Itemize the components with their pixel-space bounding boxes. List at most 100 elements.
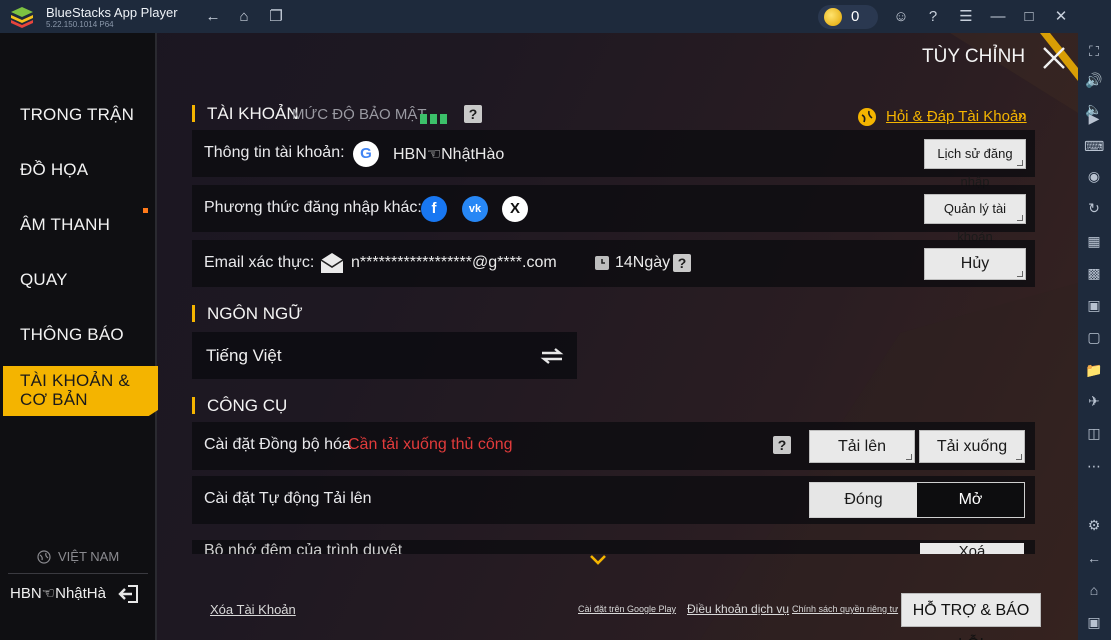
more-icon[interactable]: ⋯ <box>1084 456 1104 476</box>
back-icon[interactable]: ← <box>203 7 223 27</box>
airplane-icon[interactable]: ✈ <box>1084 391 1104 411</box>
privacy-policy-link[interactable]: Chính sách quyền riêng tư <box>792 604 898 614</box>
clear-cache-button[interactable]: Xoá <box>920 543 1024 554</box>
clock-icon <box>595 256 609 270</box>
email-value: n******************@g****.com <box>351 254 557 271</box>
help-icon[interactable]: ? <box>923 7 943 27</box>
media-icon[interactable]: ▶ <box>1084 108 1104 128</box>
bluestacks-sidebar: ⛶ 🔊 🔈 ▶ ⌨ ◉ ↻ ▦ ▩ ▣ ▢ 📁 ✈ ◫ ⋯ ⚙ ← ⌂ ▣ <box>1078 33 1111 640</box>
manage-account-button[interactable]: Quản lý tài khoản <box>924 194 1026 244</box>
account-icon[interactable]: ☺ <box>891 7 911 27</box>
account-faq-link[interactable]: Hỏi & Đáp Tài Khoản <box>886 108 1027 125</box>
nav-item-account-basic[interactable]: TÀI KHOẢN & CƠ BẢN <box>3 366 158 416</box>
auto-upload-label: Cài đặt Tự động Tải lên <box>204 490 372 507</box>
replay-icon[interactable]: ↻ <box>1084 198 1104 218</box>
close-icon[interactable] <box>1034 38 1074 78</box>
keyboard-icon[interactable]: ⌨ <box>1084 136 1104 156</box>
record-icon[interactable]: ◉ <box>1084 166 1104 186</box>
bluestacks-titlebar: BlueStacks App Player 5.22.150.1014 P64 … <box>0 0 1111 33</box>
coin-count: 0 <box>851 8 860 25</box>
rotate-icon[interactable]: ◫ <box>1084 423 1104 443</box>
auto-upload-toggle[interactable]: Đóng Mở <box>809 482 1025 518</box>
tools-section-title: CÔNG CỤ <box>192 397 287 414</box>
other-login-label: Phương thức đăng nhập khác: <box>204 199 422 216</box>
sync-warning: Cần tải xuống thủ công <box>348 436 513 453</box>
nav-item-camera[interactable]: QUAY <box>20 270 68 290</box>
settings-icon[interactable]: ⚙ <box>1084 515 1104 535</box>
mail-icon <box>320 253 344 273</box>
logout-icon[interactable] <box>118 583 140 605</box>
nav-divider <box>155 33 157 640</box>
security-level-bars <box>420 111 450 129</box>
left-divider <box>8 573 148 574</box>
other-login-row: Phương thức đăng nhập khác: f vk X Quản … <box>192 185 1035 244</box>
terms-of-service-link[interactable]: Điều khoản dịch vụ <box>687 602 789 616</box>
chevron-right-icon: » <box>1018 107 1027 124</box>
google-icon: G <box>353 141 379 167</box>
email-verify-row: Email xác thực: n******************@g***… <box>192 240 1035 287</box>
security-help-icon[interactable]: ? <box>464 105 482 123</box>
account-info-label: Thông tin tài khoản: <box>204 144 345 161</box>
resize-icon[interactable]: ▢ <box>1084 327 1104 347</box>
account-info-row: Thông tin tài khoản: G HBN☜NhậtHào Lịch … <box>192 130 1035 189</box>
account-name: HBN☜NhậtHào <box>393 146 505 163</box>
account-section-title: TÀI KHOẢN <box>192 105 299 122</box>
sync-settings-label: Cài đặt Đồng bộ hóa <box>204 436 351 453</box>
toggle-on-option[interactable]: Mở <box>917 483 1024 517</box>
sync-settings-row: Cài đặt Đồng bộ hóa Cần tải xuống thủ cô… <box>192 422 1035 470</box>
support-report-button[interactable]: HỖ TRỢ & BÁO LỖI <box>901 593 1041 640</box>
x-twitter-icon[interactable]: X <box>502 196 528 222</box>
sync-help-icon[interactable]: ? <box>773 436 791 454</box>
cancel-email-button[interactable]: Hủy <box>924 248 1026 280</box>
player-name: HBN☜NhậtHà <box>10 585 106 602</box>
email-help-icon[interactable]: ? <box>673 254 691 272</box>
fullscreen-icon[interactable]: ⛶ <box>1084 41 1104 61</box>
vk-icon[interactable]: vk <box>462 196 488 222</box>
nav-item-sound[interactable]: ÂM THANH <box>20 215 110 235</box>
macro-icon[interactable]: ▦ <box>1084 231 1104 251</box>
multi-instance-icon[interactable]: ❐ <box>266 7 286 27</box>
home-icon[interactable]: ⌂ <box>234 7 254 27</box>
nav-item-graphics[interactable]: ĐỒ HỌA <box>20 160 88 180</box>
apk-icon[interactable]: ▩ <box>1084 263 1104 283</box>
menu-icon[interactable]: ☰ <box>956 7 976 27</box>
coin-balance[interactable]: 0 <box>818 5 878 29</box>
app-version: 5.22.150.1014 P64 <box>46 20 114 29</box>
app-title: BlueStacks App Player <box>46 5 178 20</box>
browser-cache-row: Bộ nhớ đệm của trình duyệt Xoá <box>192 540 1035 554</box>
decorative-dot <box>143 208 148 213</box>
language-value: Tiếng Việt <box>206 346 282 365</box>
swap-icon <box>540 348 564 364</box>
nav-item-notifications[interactable]: THÔNG BÁO <box>20 325 124 345</box>
toggle-off-option[interactable]: Đóng <box>810 483 917 517</box>
upload-button[interactable]: Tải lên <box>809 430 915 463</box>
security-level-label: MỨC ĐỘ BẢO MẬT <box>292 106 427 123</box>
google-play-settings-link[interactable]: Cài đặt trên Google Play <box>578 604 676 614</box>
minimize-icon[interactable]: — <box>988 7 1008 27</box>
close-window-icon[interactable]: ✕ <box>1051 7 1071 27</box>
help-globe-icon <box>858 108 876 126</box>
language-section-title: NGÔN NGỮ <box>192 305 303 322</box>
language-selector[interactable]: Tiếng Việt <box>192 332 577 379</box>
globe-icon <box>37 550 51 564</box>
delete-account-link[interactable]: Xóa Tài Khoản <box>210 602 296 617</box>
email-label: Email xác thực: <box>204 254 315 271</box>
download-button[interactable]: Tải xuống <box>919 430 1025 463</box>
coin-icon <box>824 8 842 26</box>
bluestacks-logo-icon <box>11 7 33 28</box>
nav-item-in-match[interactable]: TRONG TRẬN <box>20 105 134 125</box>
facebook-icon[interactable]: f <box>421 196 447 222</box>
volume-up-icon[interactable]: 🔊 <box>1084 70 1104 90</box>
folder-icon[interactable]: 📁 <box>1084 360 1104 380</box>
scroll-down-icon[interactable] <box>588 553 608 567</box>
email-days-remaining: 14Ngày <box>615 254 671 271</box>
region-label: VIỆT NAM <box>58 549 120 564</box>
login-history-button[interactable]: Lịch sử đăng nhập <box>924 139 1026 189</box>
maximize-icon[interactable]: □ <box>1019 7 1039 27</box>
android-back-icon[interactable]: ← <box>1084 548 1104 568</box>
screenshot-icon[interactable]: ▣ <box>1084 295 1104 315</box>
android-home-icon[interactable]: ⌂ <box>1084 580 1104 600</box>
game-screen: TRONG TRẬN ĐỒ HỌA ÂM THANH QUAY THÔNG BÁ… <box>0 33 1078 640</box>
page-title: TÙY CHỈNH <box>922 46 1026 67</box>
android-recents-icon[interactable]: ▣ <box>1084 612 1104 632</box>
